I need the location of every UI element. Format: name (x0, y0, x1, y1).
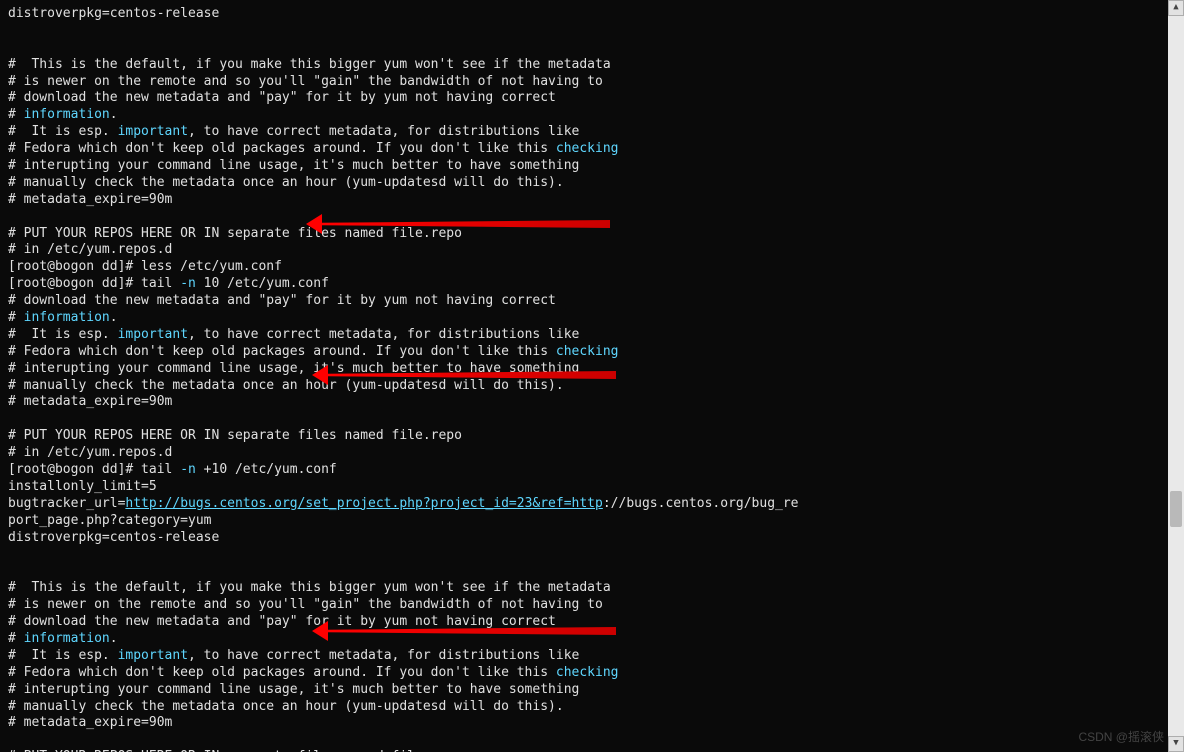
terminal-line: [root@bogon dd]# tail -n 10 /etc/yum.con… (8, 276, 1160, 293)
watermark-text: CSDN @摇滚侠 (1078, 730, 1164, 746)
terminal-line: # is newer on the remote and so you'll "… (8, 597, 1160, 614)
terminal-line: # This is the default, if you make this … (8, 580, 1160, 597)
terminal-line: # information. (8, 107, 1160, 124)
terminal-line (8, 732, 1160, 749)
terminal-line (8, 23, 1160, 40)
terminal-line: # manually check the metadata once an ho… (8, 699, 1160, 716)
terminal-line: # interupting your command line usage, i… (8, 682, 1160, 699)
terminal-line: # information. (8, 631, 1160, 648)
terminal-line: # is newer on the remote and so you'll "… (8, 74, 1160, 91)
terminal-line: # It is esp. important, to have correct … (8, 327, 1160, 344)
terminal-line: # Fedora which don't keep old packages a… (8, 665, 1160, 682)
scroll-down-button[interactable]: ▼ (1168, 736, 1184, 752)
terminal-line: installonly_limit=5 (8, 479, 1160, 496)
terminal-line: # information. (8, 310, 1160, 327)
scrollbar-track[interactable] (1168, 16, 1184, 736)
terminal-line: [root@bogon dd]# tail -n +10 /etc/yum.co… (8, 462, 1160, 479)
terminal-output[interactable]: distroverpkg=centos-release # This is th… (0, 0, 1168, 752)
terminal-line: # download the new metadata and "pay" fo… (8, 614, 1160, 631)
terminal-line (8, 411, 1160, 428)
terminal-line: # It is esp. important, to have correct … (8, 124, 1160, 141)
terminal-line: distroverpkg=centos-release (8, 530, 1160, 547)
terminal-line: # interupting your command line usage, i… (8, 158, 1160, 175)
terminal-line (8, 547, 1160, 564)
vertical-scrollbar[interactable]: ▲ ▼ (1168, 0, 1184, 752)
terminal-line (8, 209, 1160, 226)
terminal-line: # in /etc/yum.repos.d (8, 242, 1160, 259)
terminal-line: # in /etc/yum.repos.d (8, 445, 1160, 462)
scroll-up-button[interactable]: ▲ (1168, 0, 1184, 16)
terminal-line: port_page.php?category=yum (8, 513, 1160, 530)
terminal-line: # Fedora which don't keep old packages a… (8, 141, 1160, 158)
terminal-viewport: distroverpkg=centos-release # This is th… (0, 0, 1184, 752)
scrollbar-thumb[interactable] (1170, 491, 1182, 527)
terminal-line: # This is the default, if you make this … (8, 57, 1160, 74)
terminal-line: # metadata_expire=90m (8, 715, 1160, 732)
terminal-line: # Fedora which don't keep old packages a… (8, 344, 1160, 361)
terminal-line: [root@bogon dd]# less /etc/yum.conf (8, 259, 1160, 276)
terminal-line: # manually check the metadata once an ho… (8, 175, 1160, 192)
terminal-line: # It is esp. important, to have correct … (8, 648, 1160, 665)
terminal-line: # download the new metadata and "pay" fo… (8, 293, 1160, 310)
terminal-line: # metadata_expire=90m (8, 192, 1160, 209)
terminal-line (8, 563, 1160, 580)
terminal-line: # metadata_expire=90m (8, 394, 1160, 411)
terminal-line: # download the new metadata and "pay" fo… (8, 90, 1160, 107)
terminal-line: # interupting your command line usage, i… (8, 361, 1160, 378)
terminal-line: # PUT YOUR REPOS HERE OR IN separate fil… (8, 226, 1160, 243)
terminal-line: # PUT YOUR REPOS HERE OR IN separate fil… (8, 428, 1160, 445)
terminal-line (8, 40, 1160, 57)
terminal-line: distroverpkg=centos-release (8, 6, 1160, 23)
terminal-line: # manually check the metadata once an ho… (8, 378, 1160, 395)
terminal-line: bugtracker_url=http://bugs.centos.org/se… (8, 496, 1160, 513)
